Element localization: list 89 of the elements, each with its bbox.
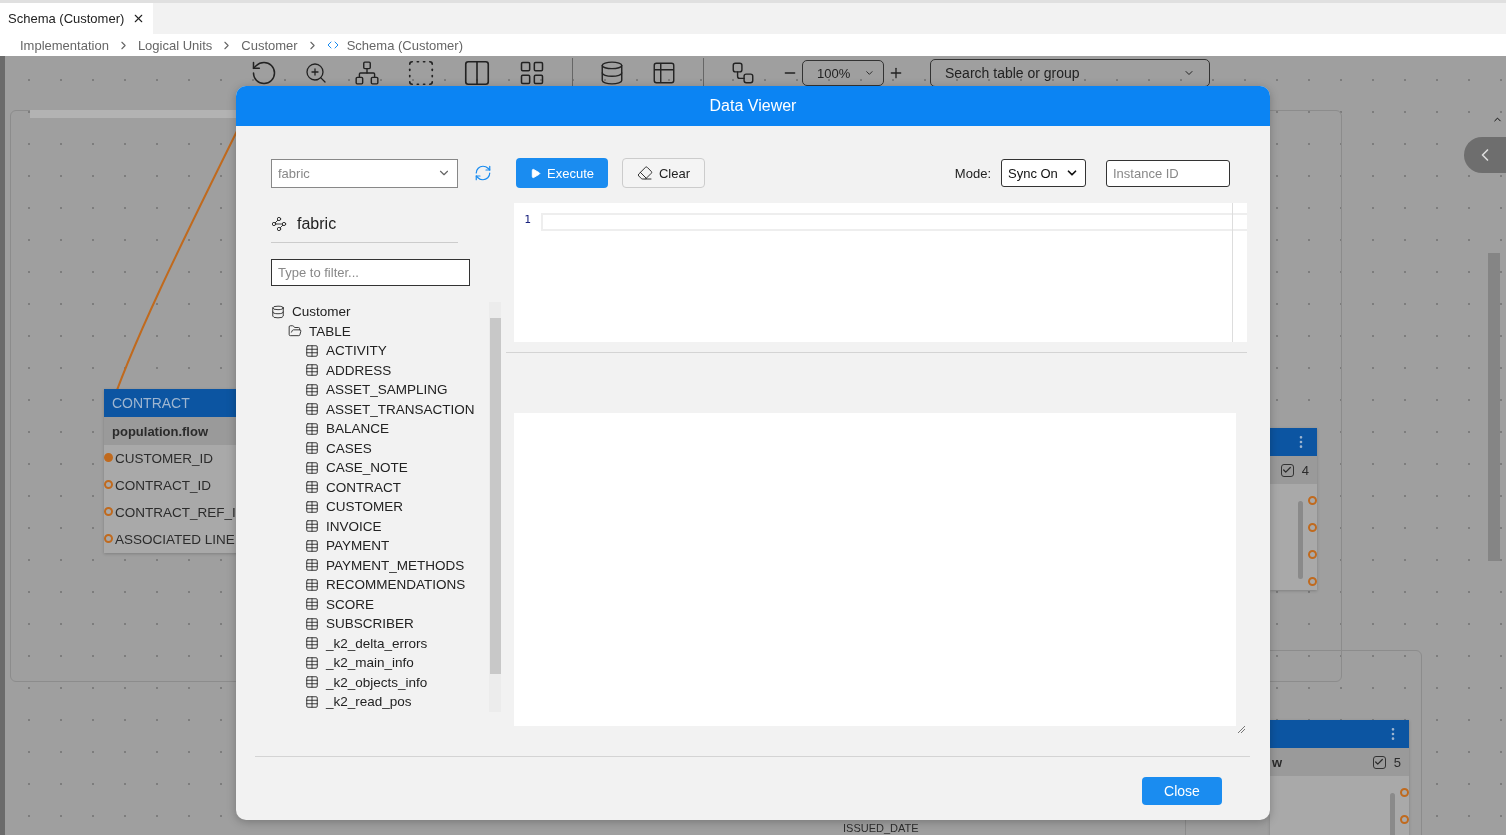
query-editor[interactable]: 1 (514, 203, 1247, 342)
table-icon (305, 519, 319, 534)
tree-title: fabric (297, 214, 337, 233)
instance-id-field[interactable]: Instance ID (1106, 159, 1230, 187)
zoom-in-icon[interactable] (304, 61, 328, 85)
table-icon (305, 421, 319, 436)
tree-item[interactable]: ADDRESS (271, 360, 501, 380)
database-icon[interactable] (599, 60, 625, 86)
tree-item[interactable]: _k2_main_info (271, 653, 501, 673)
tree-item[interactable]: CASE_NOTE (271, 458, 501, 478)
tree-item[interactable]: PAYMENT_METHODS (271, 555, 501, 575)
grid-icon[interactable] (518, 59, 546, 87)
breadcrumb-link[interactable]: Implementation (20, 37, 109, 53)
tree-item[interactable]: SUBSCRIBER (271, 614, 501, 634)
tree-item[interactable]: ACTIVITY (271, 341, 501, 361)
table-icon (305, 538, 319, 553)
tree-item[interactable]: Customer (271, 302, 501, 322)
field-count: 5 (1393, 754, 1401, 770)
resize-handle-icon[interactable] (1237, 725, 1246, 734)
table-icon (305, 616, 319, 631)
tree-item[interactable]: _k2_delta_errors (271, 633, 501, 653)
node-subtitle: w (1272, 754, 1283, 770)
tree-item[interactable]: RECOMMENDATIONS (271, 575, 501, 595)
checkbox[interactable] (1372, 755, 1386, 769)
table-icon (305, 636, 319, 651)
table-icon (305, 597, 319, 612)
breadcrumb-link[interactable]: Logical Units (137, 37, 213, 53)
source-select[interactable]: fabric (271, 158, 458, 188)
table-icon (305, 343, 319, 358)
tree-item[interactable]: BALANCE (271, 419, 501, 439)
rotate-icon[interactable] (250, 59, 278, 87)
tree-item[interactable]: TABLE (271, 321, 501, 341)
filter-field[interactable]: Type to filter... (271, 259, 470, 286)
mode-select[interactable]: Sync On (1001, 159, 1086, 187)
line-number: 1 (523, 213, 532, 228)
dialog-title: Data Viewer (236, 86, 1270, 126)
collapse-button[interactable] (1464, 137, 1506, 173)
table-icon[interactable] (651, 60, 677, 86)
eraser-icon (637, 165, 653, 181)
tree-item[interactable]: ASSET_TRANSACTION (271, 399, 501, 419)
breadcrumb-link[interactable]: Customer (241, 37, 298, 53)
code-icon (326, 39, 339, 51)
graph-icon (271, 215, 287, 232)
clear-button[interactable]: Clear (622, 158, 706, 188)
zoom-in-icon[interactable] (888, 65, 904, 81)
table-icon (305, 499, 319, 514)
tree-item[interactable]: CUSTOMER (271, 497, 501, 517)
scrollbar[interactable] (1488, 253, 1500, 561)
scrollbar[interactable] (489, 302, 501, 712)
scrollbar[interactable] (1298, 501, 1303, 579)
tree-item[interactable]: CASES (271, 438, 501, 458)
table-icon (305, 460, 319, 475)
field-count: 4 (1301, 462, 1309, 478)
play-icon (530, 167, 541, 179)
folder-icon (288, 324, 302, 339)
table-icon (305, 675, 319, 690)
node-field: ASSOCIATED LINE (104, 526, 251, 553)
table-icon (305, 382, 319, 397)
tree-item[interactable]: SCORE (271, 594, 501, 614)
nodes-icon[interactable] (354, 60, 380, 86)
refresh-icon[interactable] (474, 164, 492, 182)
breadcrumb-link[interactable]: Schema (Customer) (346, 37, 463, 53)
node-field: CONTRACT_ID (104, 472, 251, 499)
tree-item[interactable]: INVOICE (271, 516, 501, 536)
table-icon (305, 577, 319, 592)
checkbox[interactable] (1280, 463, 1294, 477)
database-icon (271, 304, 285, 319)
tree-item[interactable]: CONTRACT (271, 477, 501, 497)
table-icon (305, 480, 319, 495)
field-label: ISSUED_DATE (843, 822, 919, 835)
tree-item[interactable]: PAYMENT (271, 536, 501, 556)
dashed-select-icon[interactable] (406, 58, 436, 88)
table-node[interactable]: 4 (1270, 428, 1317, 590)
table-icon (305, 655, 319, 670)
tree-item[interactable]: _k2_objects_info (271, 672, 501, 692)
table-icon (305, 402, 319, 417)
tree-item[interactable]: _k2_read_pos (271, 692, 501, 712)
table-icon (305, 558, 319, 573)
node-field: CUSTOMER_ID (104, 445, 251, 472)
table-icon (305, 441, 319, 456)
add-column-icon[interactable] (462, 58, 492, 88)
mode-label: Mode: (954, 165, 991, 181)
tree-item[interactable]: ASSET_SAMPLING (271, 380, 501, 400)
hierarchy-icon[interactable] (730, 60, 756, 86)
table-node[interactable]: w 5 (1270, 720, 1409, 835)
node-field: CONTRACT_REF_I (104, 499, 251, 526)
table-icon (305, 694, 319, 709)
table-icon (305, 363, 319, 378)
editor-tab[interactable]: Schema (Customer) (0, 3, 154, 34)
